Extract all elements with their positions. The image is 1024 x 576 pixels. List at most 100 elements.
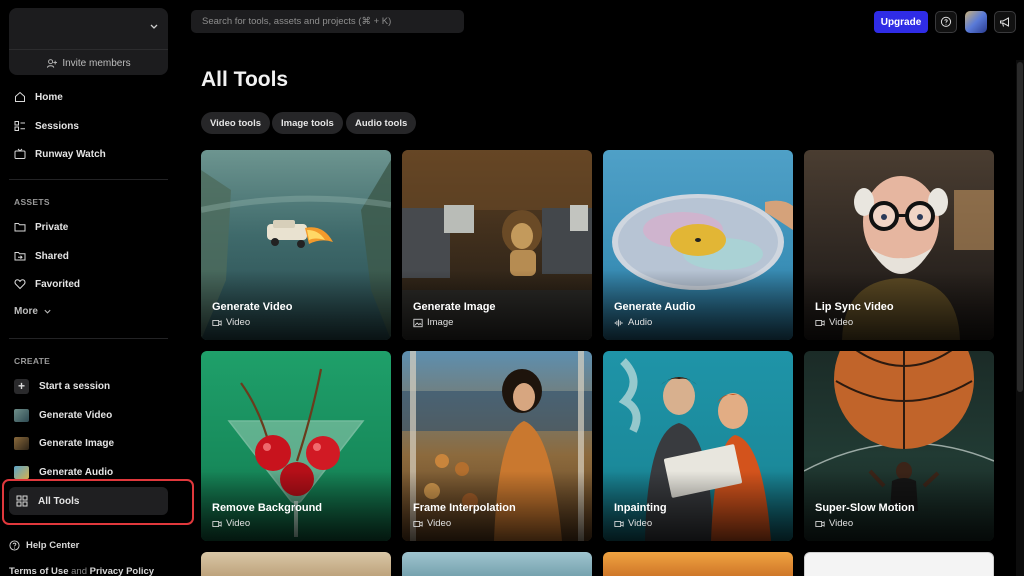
heart-icon: [14, 279, 26, 290]
sidebar-item-shared[interactable]: Shared: [9, 244, 168, 268]
sidebar-item-runway-watch[interactable]: Runway Watch: [9, 142, 168, 166]
highlight-annotation: [2, 479, 194, 525]
support-chat-button[interactable]: [935, 11, 957, 33]
terms-of-use-link[interactable]: Terms of Use: [9, 566, 68, 576]
start-session-button[interactable]: + Start a session: [9, 374, 168, 398]
card-title: Generate Audio: [614, 301, 696, 313]
filter-image-tools[interactable]: Image tools: [272, 112, 343, 134]
card-title: Frame Interpolation: [413, 502, 516, 514]
filter-video-tools[interactable]: Video tools: [201, 112, 271, 134]
section-divider: [9, 179, 168, 180]
folder-icon: [14, 223, 26, 232]
card-type: Video: [815, 518, 853, 529]
invite-members-button[interactable]: Invite members: [9, 55, 168, 71]
video-icon: [815, 520, 825, 527]
sidebar-item-generate-video[interactable]: Generate Video: [9, 403, 168, 427]
video-icon: [413, 520, 423, 527]
sidebar-item-sessions[interactable]: Sessions: [9, 114, 168, 138]
workspace-divider: [9, 49, 168, 50]
card-type: Audio: [614, 317, 652, 328]
plus-icon: +: [14, 378, 29, 394]
card-type: Video: [815, 317, 853, 328]
announcements-button[interactable]: [994, 11, 1016, 33]
upgrade-label: Upgrade: [880, 16, 922, 28]
card-type-label: Video: [226, 518, 251, 529]
tool-card-generate-image[interactable]: Generate Image Image: [402, 150, 592, 340]
tool-card-partial[interactable]: [804, 552, 994, 576]
home-icon: [15, 91, 25, 102]
video-icon: [815, 319, 825, 326]
card-type-label: Audio: [628, 317, 653, 328]
video-icon: [212, 520, 222, 527]
help-center-label: Help Center: [26, 540, 80, 551]
generate-audio-thumbnail: [14, 465, 29, 479]
filter-audio-tools[interactable]: Audio tools: [346, 112, 417, 134]
card-type: Video: [413, 518, 451, 529]
tool-card-partial[interactable]: [402, 552, 592, 576]
sidebar-item-label: Generate Video: [39, 409, 113, 421]
tool-card-generate-audio[interactable]: Generate Audio Audio: [603, 150, 793, 340]
search-placeholder: Search for tools, assets and projects (⌘…: [202, 16, 392, 27]
card-title: Inpainting: [614, 502, 667, 514]
card-type: Video: [212, 518, 250, 529]
card-type: Video: [614, 518, 652, 529]
shared-folder-icon: [14, 252, 26, 261]
search-input[interactable]: Search for tools, assets and projects (⌘…: [191, 10, 464, 33]
tool-card-partial[interactable]: [201, 552, 391, 576]
card-type-label: Video: [628, 518, 653, 529]
card-type-label: Video: [427, 518, 452, 529]
card-title: Generate Image: [413, 301, 496, 313]
chevron-down-icon[interactable]: [149, 21, 159, 31]
scrollbar-thumb[interactable]: [1017, 62, 1023, 392]
tool-card-super-slow-motion[interactable]: Super-Slow Motion Video: [804, 351, 994, 541]
sidebar-item-label: Home: [35, 91, 63, 103]
privacy-policy-link[interactable]: Privacy Policy: [90, 566, 154, 576]
chevron-down-icon: [44, 309, 51, 314]
create-heading: CREATE: [14, 356, 51, 366]
upgrade-button[interactable]: Upgrade: [874, 11, 928, 33]
tool-card-lip-sync-video[interactable]: Lip Sync Video Video: [804, 150, 994, 340]
legal-links: Terms of Use and Privacy Policy: [9, 566, 154, 576]
help-center-link[interactable]: Help Center: [9, 540, 79, 551]
card-type: Video: [212, 317, 250, 328]
image-icon: [413, 318, 423, 327]
tool-card-inpainting[interactable]: Inpainting Video: [603, 351, 793, 541]
sidebar-item-label: Start a session: [39, 380, 111, 392]
card-type: Image: [413, 317, 453, 328]
sidebar-item-favorited[interactable]: Favorited: [9, 272, 168, 296]
sessions-icon: [14, 121, 25, 131]
sidebar-item-label: Generate Image: [39, 437, 115, 449]
more-label: More: [14, 306, 38, 317]
workspace-switcher[interactable]: Invite members: [9, 8, 168, 75]
section-divider: [9, 338, 168, 339]
tool-card-frame-interpolation[interactable]: Frame Interpolation Video: [402, 351, 592, 541]
tool-card-partial[interactable]: [603, 552, 793, 576]
assets-heading: ASSETS: [14, 197, 50, 207]
sidebar-item-label: Generate Audio: [39, 466, 114, 478]
tool-card-remove-background[interactable]: Remove Background Video: [201, 351, 391, 541]
video-icon: [614, 520, 624, 527]
card-title: Remove Background: [212, 502, 323, 514]
card-type-label: Video: [829, 317, 854, 328]
card-type-label: Video: [829, 518, 854, 529]
avatar[interactable]: [965, 11, 987, 33]
sidebar-item-label: Favorited: [35, 278, 81, 290]
card-title: Generate Video: [212, 301, 293, 313]
sidebar: Invite members Home Sessions Runway Watc…: [0, 0, 194, 576]
and-text: and: [71, 566, 87, 576]
megaphone-icon: [1000, 17, 1009, 27]
tool-card-generate-video[interactable]: Generate Video Video: [201, 150, 391, 340]
chat-help-icon: [940, 16, 952, 27]
sidebar-item-private[interactable]: Private: [9, 215, 168, 239]
sidebar-item-generate-image[interactable]: Generate Image: [9, 431, 168, 455]
more-button[interactable]: More: [14, 306, 52, 317]
sidebar-item-label: Private: [35, 221, 69, 233]
add-user-icon: [47, 58, 58, 68]
invite-members-label: Invite members: [62, 57, 131, 69]
generate-video-thumbnail: [14, 408, 29, 422]
sidebar-item-home[interactable]: Home: [9, 85, 168, 109]
card-title: Lip Sync Video: [815, 301, 894, 313]
video-icon: [212, 319, 222, 326]
help-icon: [9, 540, 20, 551]
tv-icon: [14, 148, 26, 159]
